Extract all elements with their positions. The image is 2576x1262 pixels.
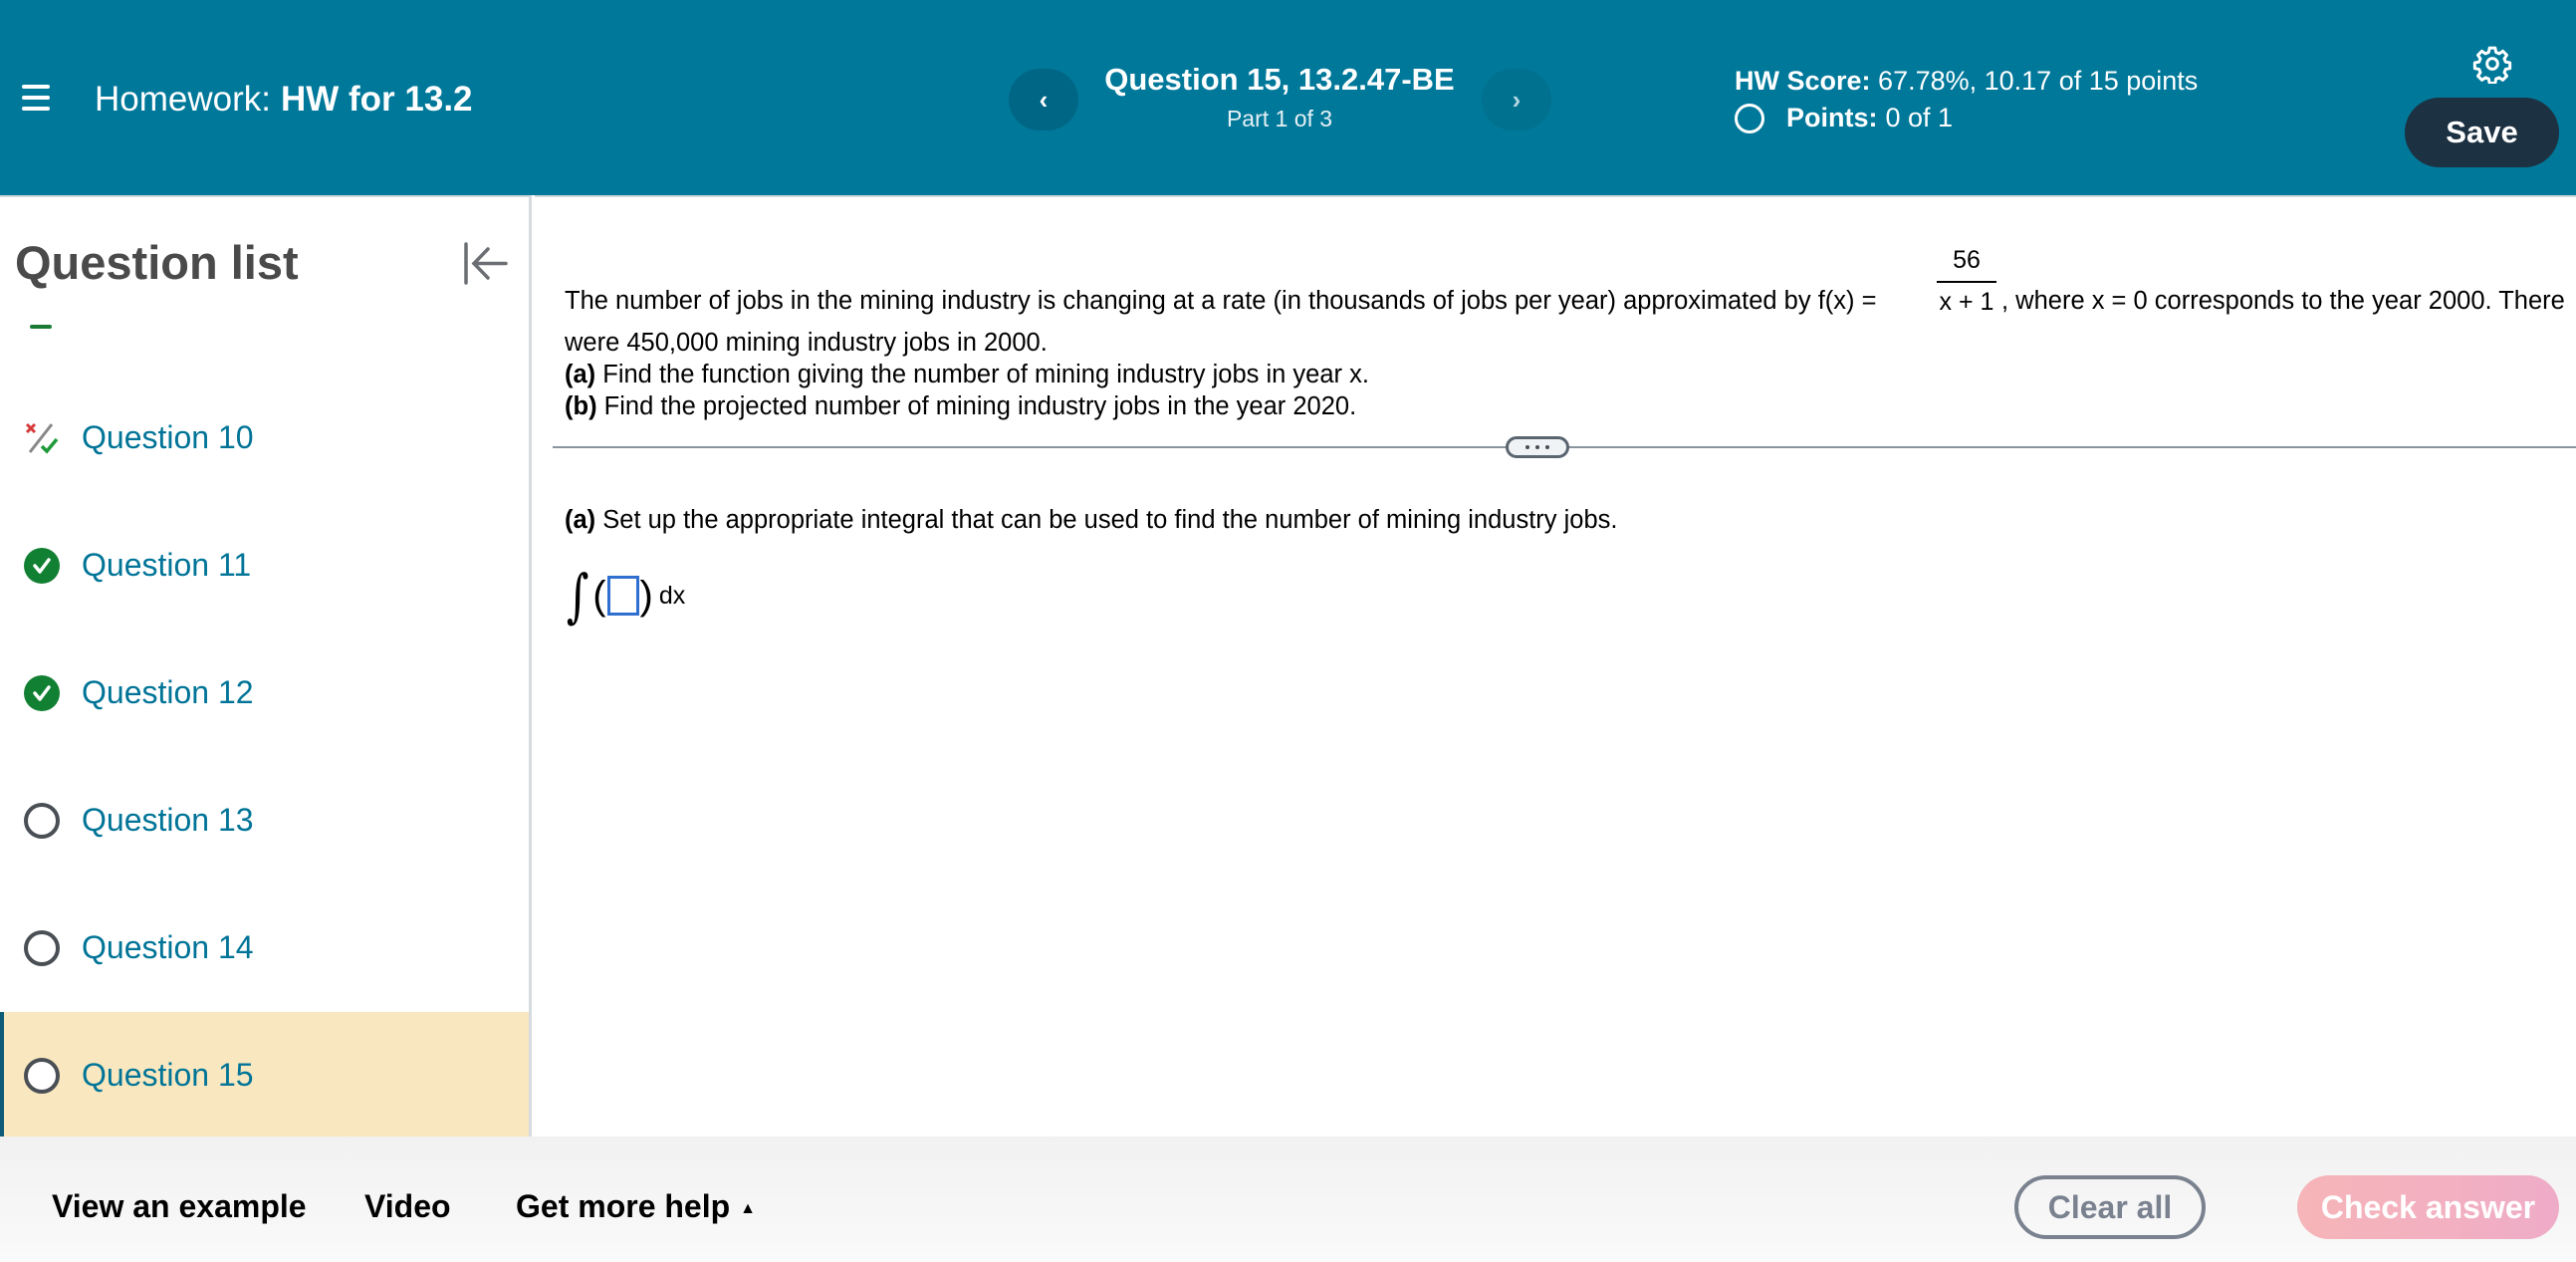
homework-name: HW for 13.2	[280, 80, 473, 119]
sidebar-item-label: Question 10	[82, 419, 254, 455]
sidebar-item-label: Question 11	[82, 547, 252, 583]
fraction-bar	[1937, 281, 1996, 283]
check-circle-icon	[24, 547, 60, 584]
open-paren: (	[592, 574, 606, 618]
differential: dx	[658, 581, 686, 610]
next-question-button[interactable]: ›	[1482, 69, 1551, 130]
hw-score-value: 67.78%, 10.17 of 15 points	[1878, 66, 2199, 96]
empty-circle-icon	[1735, 103, 1764, 133]
integral-expression: ∫ ( ) dx	[563, 561, 686, 631]
sidebar-item-question-12[interactable]: Question 12	[0, 630, 529, 756]
get-more-help-label: Get more help	[516, 1188, 731, 1224]
hw-score: HW Score: 67.78%, 10.17 of 15 points	[1735, 66, 2198, 97]
empty-circle-icon	[24, 802, 60, 839]
fraction-numerator: 56	[1953, 246, 1981, 274]
footer-bar: View an example Video Get more help ▲ Cle…	[0, 1136, 2576, 1262]
question-panel: The number of jobs in the mining industr…	[535, 195, 2576, 1136]
homework-title: Homework: HW for 13.2	[95, 80, 473, 120]
collapse-panel-icon[interactable]	[460, 241, 510, 286]
points-value: 0 of 1	[1885, 103, 1954, 132]
question-intro: The number of jobs in the mining industr…	[565, 287, 1877, 315]
caret-up-icon: ▲	[740, 1199, 756, 1217]
empty-circle-icon	[24, 1057, 60, 1094]
sidebar-item-question-14[interactable]: Question 14	[0, 884, 529, 1011]
question-title: Question 15, 13.2.47-BE	[1104, 62, 1455, 97]
previous-question-button[interactable]: ‹	[1009, 69, 1078, 130]
view-example-link[interactable]: View an example	[52, 1188, 307, 1225]
scrolled-status-icon	[30, 325, 52, 329]
sidebar-item-label: Question 13	[82, 802, 254, 838]
rate-fraction: 56 x + 1	[1937, 245, 1996, 317]
question-part: Part 1 of 3	[1226, 106, 1333, 131]
hamburger-menu-icon[interactable]	[22, 85, 52, 111]
clear-all-button[interactable]: Clear all	[2014, 1175, 2206, 1239]
fraction-denominator: x + 1	[1939, 288, 1994, 316]
sidebar-item-question-11[interactable]: Question 11	[0, 502, 529, 629]
part-a-text: Find the function giving the number of m…	[595, 361, 1369, 388]
close-paren: )	[639, 574, 653, 618]
chevron-right-icon: ›	[1512, 84, 1522, 115]
sidebar-item-question-15[interactable]: Question 15	[0, 1012, 529, 1138]
check-circle-icon	[24, 674, 60, 711]
save-button[interactable]: Save	[2405, 98, 2559, 167]
points-label: Points:	[1786, 103, 1878, 132]
question-list-title: Question list	[15, 236, 299, 289]
empty-circle-icon	[24, 929, 60, 966]
get-more-help-button[interactable]: Get more help ▲	[516, 1188, 756, 1225]
chevron-left-icon: ‹	[1039, 84, 1049, 115]
integral-sign: ∫	[566, 562, 589, 630]
sidebar-item-label: Question 15	[82, 1057, 254, 1093]
homework-label: Homework:	[95, 80, 271, 119]
question-stem: The number of jobs in the mining industr…	[565, 237, 2566, 422]
question-list-panel: Question list Question 10 Question 11 Qu…	[0, 195, 532, 1138]
answer-instruction-text: Set up the appropriate integral that can…	[595, 506, 1618, 534]
video-link[interactable]: Video	[364, 1188, 451, 1225]
question-part-a: (a) Find the function giving the number …	[565, 359, 2566, 390]
question-points: Points: 0 of 1	[1735, 103, 1953, 133]
question-intro-continued: , where x = 0 corresponds to the year 20…	[2001, 287, 2565, 315]
sidebar-item-label: Question 12	[82, 674, 254, 710]
expand-question-button[interactable]	[1506, 436, 1569, 458]
integrand-input[interactable]	[606, 576, 639, 616]
check-answer-button[interactable]: Check answer	[2297, 1175, 2559, 1239]
top-bar: Homework: HW for 13.2 ‹ Question 15, 13.2…	[0, 0, 2576, 195]
part-b-tag: (b)	[565, 392, 597, 420]
part-a-tag: (a)	[565, 361, 596, 388]
answer-instruction: (a) Set up the appropriate integral that…	[565, 506, 1617, 535]
gear-icon[interactable]	[2472, 44, 2512, 85]
sidebar-item-label: Question 14	[82, 929, 254, 965]
sidebar-item-question-10[interactable]: Question 10	[0, 375, 529, 501]
hw-score-label: HW Score:	[1735, 66, 1871, 96]
question-line-2: were 450,000 mining industry jobs in 200…	[565, 329, 1048, 357]
part-b-text: Find the projected number of mining indu…	[596, 392, 1357, 420]
question-part-b: (b) Find the projected number of mining …	[565, 390, 2566, 422]
answer-instruction-tag: (a)	[565, 506, 596, 534]
partial-credit-icon	[24, 420, 60, 456]
sidebar-item-question-13[interactable]: Question 13	[0, 757, 529, 883]
